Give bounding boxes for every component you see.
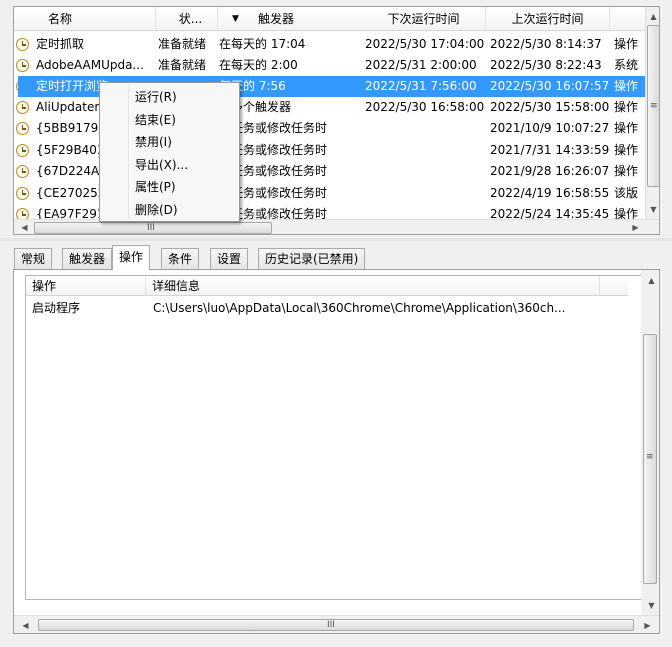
- task-status: 准备就绪: [158, 37, 207, 51]
- grip-icon: ≡: [650, 101, 658, 111]
- task-next-run: 2022/5/31 7:56:00: [362, 76, 486, 97]
- tab-actions[interactable]: 操作: [112, 245, 151, 270]
- tab-conditions[interactable]: 条件: [161, 248, 200, 269]
- column-header-last-run[interactable]: 上次运行时间: [486, 7, 610, 31]
- pane-splitter[interactable]: [0, 238, 672, 241]
- actions-panel: 操作 详细信息 启动程序 C:\Users\luo\AppData\Local\3…: [13, 269, 660, 634]
- task-last-run: 2021/9/28 16:26:07: [490, 164, 610, 178]
- task-status: 准备就绪: [158, 58, 207, 72]
- grip-icon: III: [327, 620, 335, 630]
- scroll-thumb-horizontal[interactable]: III: [34, 222, 272, 234]
- task-author: 操作: [610, 76, 646, 97]
- task-last-run: 2021/10/9 10:07:27: [490, 121, 610, 135]
- menu-item-run[interactable]: 运行(R): [102, 86, 237, 108]
- scroll-down-arrow-icon[interactable]: ▼: [646, 202, 659, 217]
- task-next-run: 2022/5/31 2:00:00: [365, 58, 477, 72]
- scroll-thumb[interactable]: ≡: [643, 334, 657, 584]
- scroll-right-arrow-icon[interactable]: ▶: [628, 220, 643, 234]
- scroll-right-arrow-icon[interactable]: ▶: [640, 618, 655, 633]
- task-trigger: 在每天的 2:00: [219, 58, 298, 72]
- tab-triggers[interactable]: 触发器: [62, 248, 113, 269]
- scroll-left-arrow-icon[interactable]: ◀: [18, 618, 33, 633]
- column-header-name[interactable]: 名称: [14, 7, 156, 31]
- task-list-vertical-scrollbar[interactable]: ▲ ≡ ▼: [645, 7, 659, 219]
- scroll-thumb-horizontal[interactable]: III: [38, 619, 634, 631]
- task-last-run: 2022/5/30 16:07:57: [486, 76, 610, 97]
- tab-general[interactable]: 常规: [14, 248, 53, 269]
- task-row[interactable]: AdobeAAMUpda... 准备就绪 在每天的 2:00 2022/5/31 2:…: [14, 55, 646, 76]
- task-next-run: [362, 118, 486, 139]
- task-author: 操作: [614, 143, 639, 157]
- context-menu: 运行(R) 结束(E) 禁用(I) 导出(X)... 属性(P) 删除(D): [99, 82, 240, 222]
- menu-item-delete[interactable]: 删除(D): [102, 199, 237, 221]
- menu-item-export[interactable]: 导出(X)...: [102, 154, 237, 176]
- task-next-run: 2022/5/30 17:04:00: [365, 37, 485, 51]
- column-header-next-run[interactable]: 下次运行时间: [362, 7, 486, 31]
- task-row[interactable]: 定时抓取 准备就绪 在每天的 17:04 2022/5/30 17:04:00 2022…: [14, 34, 646, 55]
- task-author: 系统: [614, 58, 639, 72]
- tab-history[interactable]: 历史记录(已禁用): [258, 248, 366, 269]
- task-author: 操作: [614, 121, 639, 135]
- task-name: 定时抓取: [36, 37, 85, 51]
- actions-vertical-scrollbar[interactable]: ▲ ≡ ▼: [641, 270, 659, 615]
- scroll-up-arrow-icon[interactable]: ▲: [646, 9, 659, 24]
- tab-settings[interactable]: 设置: [210, 248, 249, 269]
- column-header-status[interactable]: 状...: [156, 7, 218, 31]
- task-name: AdobeAAMUpda...: [36, 58, 144, 72]
- column-header-author[interactable]: [610, 7, 646, 31]
- scroll-down-arrow-icon[interactable]: ▼: [644, 598, 659, 613]
- task-list-header: 名称 状... ▼ 触发器 下次运行时间 上次运行时间: [14, 7, 646, 31]
- action-details: C:\Users\luo\AppData\Local\360Chrome\Chr…: [153, 301, 566, 315]
- column-header-details[interactable]: 详细信息: [146, 276, 600, 296]
- task-author: 操作: [614, 164, 639, 178]
- column-header-action[interactable]: 操作: [26, 276, 146, 296]
- actions-list[interactable]: 操作 详细信息 启动程序 C:\Users\luo\AppData\Local\3…: [25, 275, 643, 600]
- grip-icon: ≡: [646, 452, 654, 462]
- task-author: 操作: [614, 100, 639, 114]
- column-header-empty: [600, 276, 628, 296]
- task-last-run: 2022/5/30 15:58:00: [490, 100, 610, 114]
- grip-icon: III: [147, 223, 155, 233]
- task-next-run: 2022/5/30 16:58:00: [365, 100, 485, 114]
- column-header-trigger[interactable]: ▼ 触发器: [218, 7, 362, 31]
- task-next-run: [362, 140, 486, 161]
- actions-horizontal-scrollbar[interactable]: ◀ III ▶: [14, 615, 659, 633]
- task-author: 该版: [614, 186, 639, 200]
- task-next-run: [362, 161, 486, 182]
- scroll-up-arrow-icon[interactable]: ▲: [644, 273, 659, 288]
- column-header-trigger-label: 触发器: [258, 12, 295, 26]
- scroll-left-arrow-icon[interactable]: ◀: [17, 220, 32, 234]
- task-last-run: 2022/4/19 16:58:55: [490, 186, 610, 200]
- sort-arrow-icon: ▼: [232, 14, 239, 24]
- task-last-run: 2022/5/30 8:14:37: [490, 37, 602, 51]
- task-next-run: [362, 183, 486, 204]
- action-row[interactable]: 启动程序 C:\Users\luo\AppData\Local\360Chrome…: [26, 298, 626, 319]
- menu-item-end[interactable]: 结束(E): [102, 109, 237, 131]
- scroll-thumb[interactable]: ≡: [647, 25, 659, 187]
- task-trigger: 在每天的 17:04: [219, 37, 306, 51]
- task-author: 操作: [614, 37, 639, 51]
- task-last-run: 2022/5/30 8:22:43: [490, 58, 602, 72]
- task-last-run: 2021/7/31 14:33:59: [490, 143, 610, 157]
- menu-item-properties[interactable]: 属性(P): [102, 176, 237, 198]
- menu-item-disable[interactable]: 禁用(I): [102, 131, 237, 153]
- action-type: 启动程序: [32, 301, 81, 315]
